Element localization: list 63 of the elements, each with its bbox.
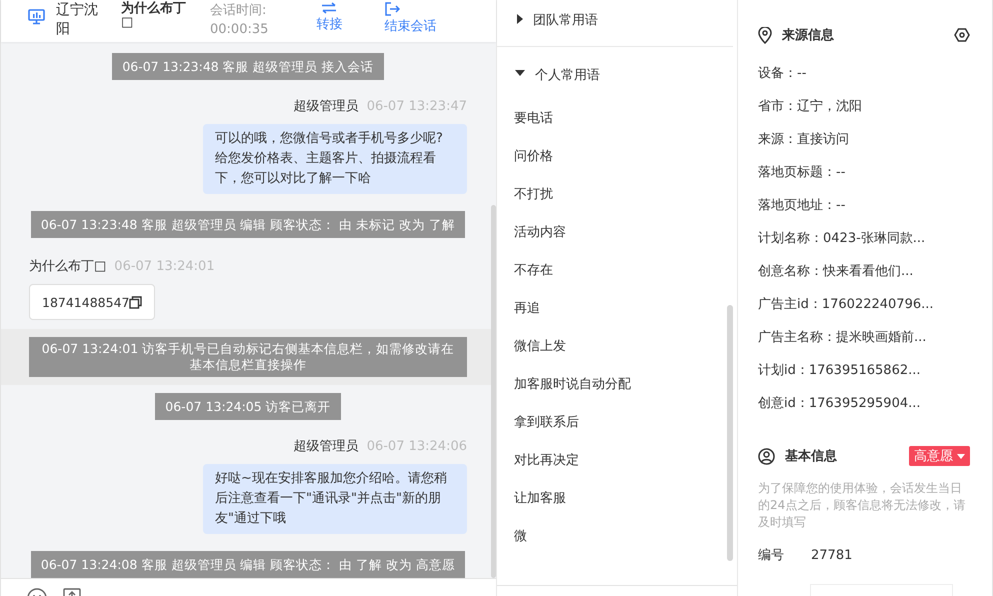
caret-down-icon: [957, 454, 965, 458]
user-circle-icon: [758, 448, 775, 464]
system-notice: 06-07 13:24:01 访客手机号已自动标记右侧基本信息栏，如需修改请在基本信息栏直接操作: [29, 337, 467, 377]
phrase-group-header[interactable]: 团队常用语: [497, 0, 733, 47]
notice-text: 为了保障您的使用体验，会话发生当日的24点之后，顾客信息将无法修改，请及时填写: [758, 480, 966, 531]
phrase-item[interactable]: 让加客服: [497, 480, 737, 518]
info-row-text: 广告主id：176022240796...: [758, 296, 935, 314]
copy-icon[interactable]: [129, 296, 142, 308]
phone-number: 18741488547: [42, 294, 130, 310]
info-row-text: 创意id：176395295904...: [758, 395, 922, 413]
phrase-item[interactable]: 微: [497, 518, 737, 556]
caret-right-icon: [517, 14, 523, 24]
agent-message-bubble: 好哒~现在安排客服加您介绍哈。请您稍后注意查看一下"通讯录"并点击"新的朋友"通过下哦: [203, 464, 467, 534]
visitor-location: 辽宁沈阳: [56, 1, 99, 39]
agent-message-bubble: 可以的哦，您微信号或者手机号多少呢?给您发价格表、主题客片、拍摄流程看下，您可以对比了解一下哈: [203, 124, 467, 194]
sender-name: 超级管理员: [294, 439, 359, 455]
section-title: 基本信息: [785, 448, 837, 465]
phrase-item[interactable]: 加客服时说自动分配: [497, 366, 737, 404]
transfer-arrows-icon: [321, 2, 338, 14]
phrase-item[interactable]: 要电话: [497, 100, 737, 138]
location-pin-icon: [758, 26, 772, 44]
info-row-text: 设备：--: [758, 65, 808, 83]
phrase-item[interactable]: 再追: [497, 290, 737, 328]
info-row-text: 广告主名称：提米映画婚前...: [758, 329, 928, 347]
phrase-item[interactable]: 微信上发: [497, 328, 737, 366]
phrase-item[interactable]: 活动内容: [497, 214, 737, 252]
info-row-text: 省市：辽宁，沈阳: [758, 98, 863, 116]
intent-tag-dropdown[interactable]: 高意愿: [909, 446, 970, 466]
info-row-text: 创意名称：快来看看他们...: [758, 263, 914, 281]
phrase-item[interactable]: 问价格: [497, 138, 737, 176]
section-title: 来源信息: [782, 27, 834, 44]
duration-value: 00:00:35: [210, 21, 268, 39]
exit-icon: [384, 2, 400, 16]
header-action-button[interactable]: 结束会话: [384, 2, 436, 36]
phrase-group-header[interactable]: 个人常用语: [497, 47, 733, 100]
header-action-button[interactable]: 转接: [316, 2, 342, 34]
system-notice: 06-07 13:24:08 客服 超级管理员 编辑 顾客状态： 由 了解 改为 高意愿: [30, 551, 466, 578]
visitor-name: 为什么布丁□: [121, 2, 187, 30]
settings-icon[interactable]: [954, 28, 970, 42]
info-row-text: 计划id：176395165862...: [758, 362, 922, 380]
field-label: 编号: [758, 547, 785, 565]
message-time: 06-07 13:24:06: [366, 439, 467, 455]
sender-name: 超级管理员: [294, 99, 359, 115]
info-row-text: 落地页地址：--: [758, 197, 846, 215]
phrase-item[interactable]: 对比再决定: [497, 442, 737, 480]
info-row-text: 来源：直接访问: [758, 131, 850, 149]
system-notice: 06-07 13:24:05 访客已离开: [155, 393, 341, 420]
message-time: 06-07 13:24:01: [114, 259, 215, 275]
field-value: 27781: [811, 547, 852, 565]
duration-label: 会话时间:: [210, 2, 268, 20]
info-row-text: 落地页标题：--: [758, 164, 846, 182]
message-time: 06-07 13:23:47: [366, 99, 467, 115]
sender-name: 为什么布丁□: [29, 259, 106, 275]
monitor-icon: [28, 9, 45, 25]
scrollbar[interactable]: [491, 205, 496, 578]
caret-down-icon: [515, 70, 525, 76]
phrase-item[interactable]: 不存在: [497, 252, 737, 290]
scrollbar[interactable]: [727, 305, 733, 561]
phrase-item[interactable]: 不打扰: [497, 176, 737, 214]
phrase-item[interactable]: 拿到联系后: [497, 404, 737, 442]
system-notice: 06-07 13:23:48 客服 超级管理员 接入会话: [112, 53, 384, 80]
system-notice: 06-07 13:23:48 客服 超级管理员 编辑 顾客状态： 由 未标记 改为 了解: [30, 211, 466, 238]
info-row-text: 计划名称：0423-张琳同款...: [758, 230, 926, 248]
